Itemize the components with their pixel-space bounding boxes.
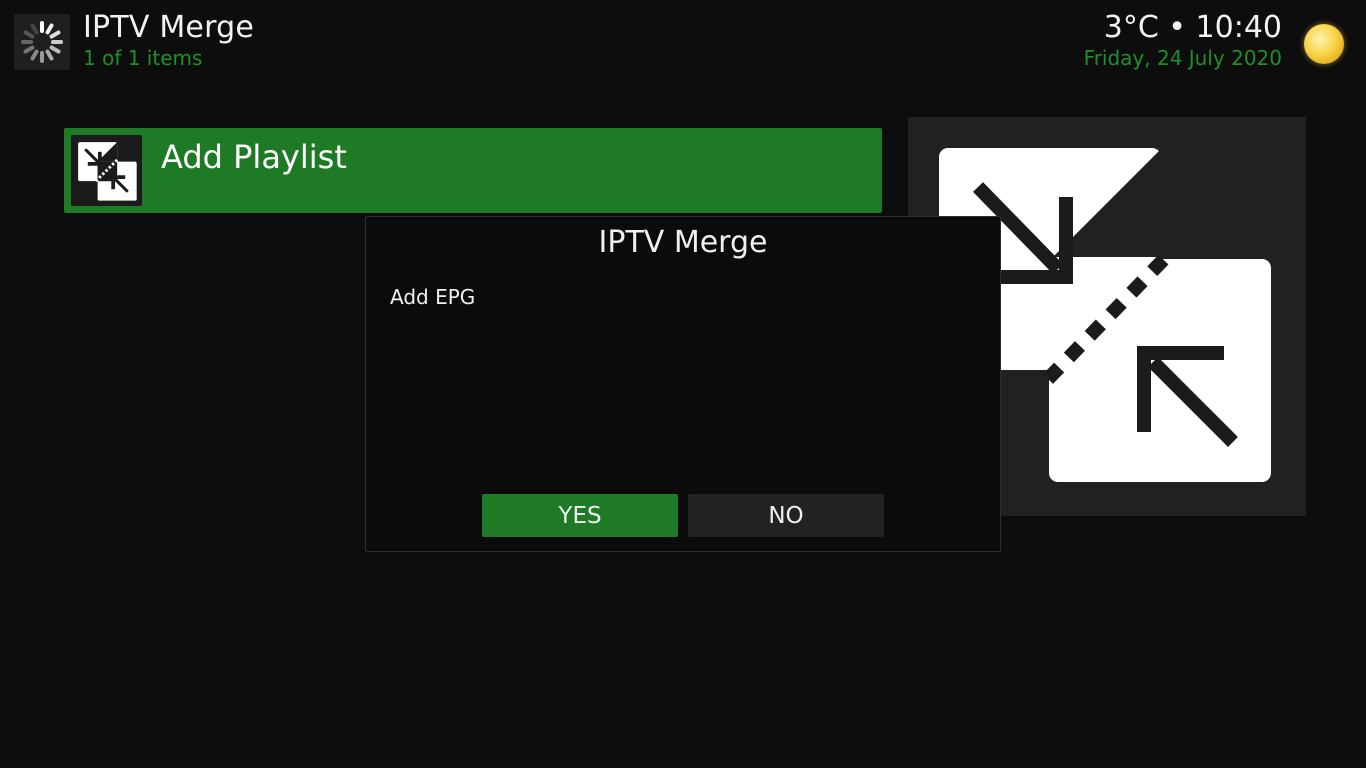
weather-time: 3°C • 10:40 xyxy=(1103,10,1282,45)
page-title: IPTV Merge xyxy=(83,10,254,45)
confirm-dialog: IPTV Merge Add EPG YES NO xyxy=(365,216,1001,552)
spinner-icon xyxy=(21,21,63,63)
list-item-thumbnail xyxy=(71,135,142,206)
list-item-label: Add Playlist xyxy=(161,138,347,176)
list-item-add-playlist[interactable]: Add Playlist xyxy=(64,128,882,213)
date-label: Friday, 24 July 2020 xyxy=(1083,46,1282,70)
sun-icon xyxy=(1304,24,1344,64)
merge-arrows-icon xyxy=(78,142,137,201)
yes-button[interactable]: YES xyxy=(482,494,678,537)
dialog-message: Add EPG xyxy=(390,285,476,309)
dialog-title: IPTV Merge xyxy=(598,225,768,260)
no-button[interactable]: NO xyxy=(688,494,884,537)
app-icon-box xyxy=(14,14,70,70)
item-count: 1 of 1 items xyxy=(83,46,203,70)
